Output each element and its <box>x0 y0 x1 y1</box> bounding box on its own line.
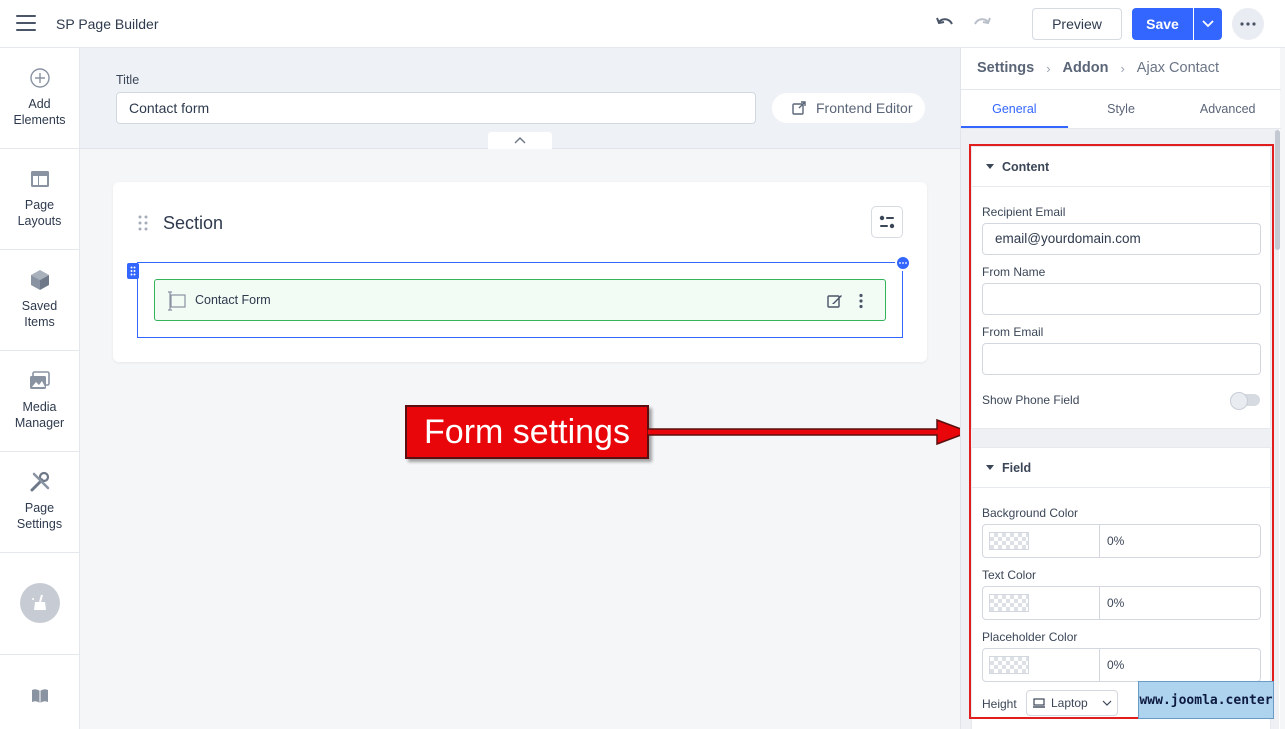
redo-icon[interactable] <box>971 13 993 35</box>
breadcrumb-settings[interactable]: Settings <box>977 60 1034 76</box>
title-label: Title <box>116 73 140 87</box>
sidebar-item-media-manager[interactable]: Media Manager <box>0 351 79 452</box>
sidebar-item-label: Saved Items <box>21 299 58 329</box>
addon-contact-form[interactable]: Contact Form <box>154 279 886 321</box>
drag-handle-icon[interactable] <box>137 214 149 232</box>
sidebar-item-label: Page Settings <box>16 501 63 531</box>
broom-icon <box>32 594 46 610</box>
annotation-arrow-icon <box>647 418 972 446</box>
addon-label: Contact Form <box>195 293 271 307</box>
row-container[interactable]: Contact Form <box>127 255 911 338</box>
sidebar-item-label: Add Elements <box>13 97 66 127</box>
section-settings-button[interactable] <box>871 206 903 238</box>
save-options-button[interactable] <box>1194 8 1222 40</box>
clean-button[interactable] <box>20 583 60 623</box>
ellipsis-icon <box>1240 22 1256 26</box>
title-area: Title Contact form Frontend Editor <box>80 48 960 149</box>
preview-button[interactable]: Preview <box>1032 8 1122 40</box>
kebab-menu-icon[interactable] <box>855 293 867 309</box>
more-options-button[interactable] <box>1232 8 1264 40</box>
row-drag-handle[interactable] <box>127 263 139 279</box>
panel-scrollbar[interactable] <box>1275 130 1280 250</box>
plus-circle-icon <box>30 68 50 88</box>
sidebar-item-page-settings[interactable]: Page Settings <box>0 452 79 553</box>
drag-handle-icon <box>130 266 136 276</box>
annotation-label: Form settings <box>405 405 649 459</box>
collapse-toggle[interactable] <box>488 132 552 149</box>
breadcrumb: Settings › Addon › Ajax Contact <box>977 60 1219 76</box>
tab-advanced[interactable]: Advanced <box>1174 90 1281 128</box>
sidebar-item-label: Page Layouts <box>17 198 62 228</box>
sidebar-item-saved-items[interactable]: Saved Items <box>0 250 79 351</box>
sidebar-item-page-layouts[interactable]: Page Layouts <box>0 149 79 250</box>
title-input[interactable]: Contact form <box>116 92 756 124</box>
sidebar-item-label: Media Manager <box>14 400 65 430</box>
tools-icon <box>30 471 50 492</box>
section-title: Section <box>163 213 224 233</box>
form-icon <box>168 291 186 311</box>
cube-icon <box>31 270 49 290</box>
edit-icon[interactable] <box>827 293 843 309</box>
chevron-down-icon <box>1202 20 1214 28</box>
ellipsis-icon <box>899 262 907 264</box>
breadcrumb-addon[interactable]: Addon <box>1063 60 1109 76</box>
top-bar: SP Page Builder Preview Save <box>0 0 1285 48</box>
book-icon[interactable] <box>31 688 49 704</box>
divider <box>0 654 79 655</box>
frontend-editor-label: Frontend Editor <box>816 100 913 116</box>
panel-tabs: General Style Advanced <box>961 89 1281 129</box>
row-options-button[interactable] <box>895 255 911 271</box>
highlight-frame <box>969 144 1274 719</box>
breadcrumb-current: Ajax Contact <box>1136 60 1220 76</box>
chevron-up-icon <box>514 137 526 144</box>
save-button[interactable]: Save <box>1132 8 1193 40</box>
chevron-right-icon: › <box>1120 60 1125 76</box>
settings-sliders-icon <box>879 215 895 229</box>
frontend-editor-button[interactable]: Frontend Editor <box>772 93 925 123</box>
menu-icon[interactable] <box>16 15 36 31</box>
left-sidebar: Add Elements Page Layouts Saved Items Me… <box>0 48 80 729</box>
section-card: Section Contact Form <box>113 182 927 362</box>
undo-icon[interactable] <box>934 13 956 35</box>
tab-general[interactable]: General <box>961 90 1068 128</box>
media-icon <box>30 371 50 389</box>
external-link-icon <box>792 101 806 115</box>
layout-icon <box>31 171 49 187</box>
watermark: www.joomla.center <box>1138 681 1274 719</box>
app-title: SP Page Builder <box>56 16 159 32</box>
chevron-right-icon: › <box>1046 60 1051 76</box>
tab-style[interactable]: Style <box>1068 90 1175 128</box>
sidebar-item-add-elements[interactable]: Add Elements <box>0 48 79 149</box>
